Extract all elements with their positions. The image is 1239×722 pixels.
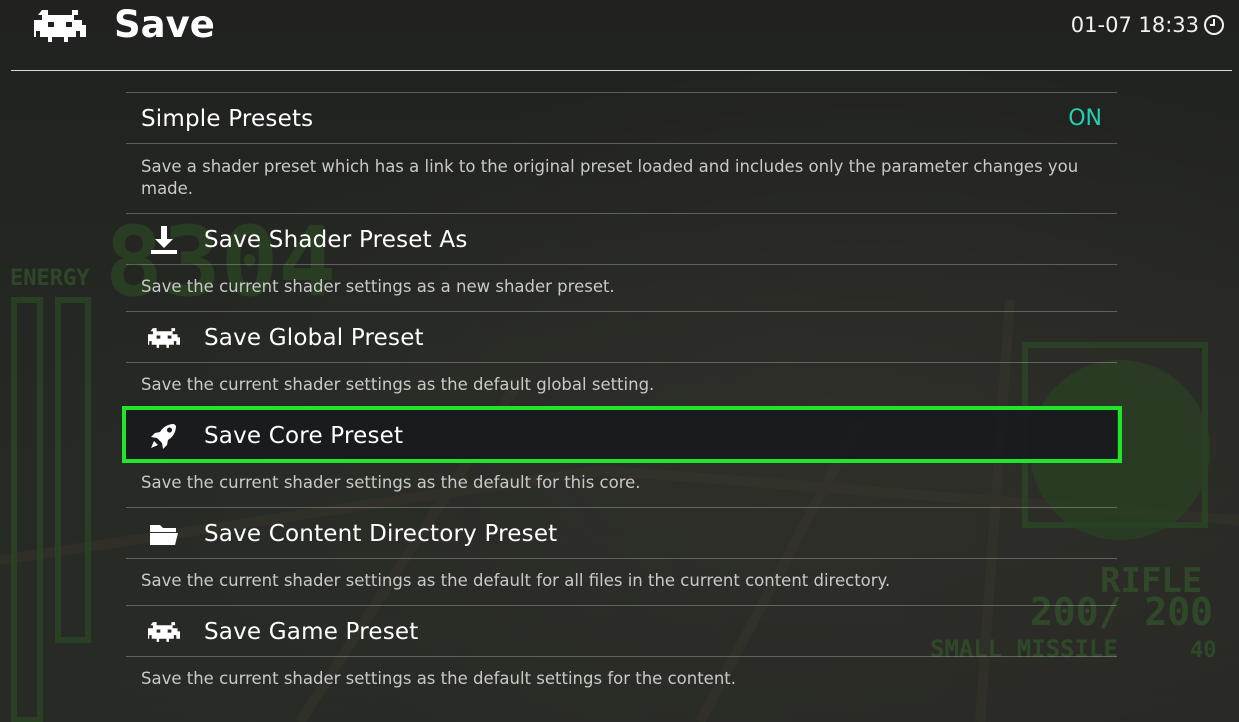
menu-item-label: Simple Presets — [141, 106, 314, 132]
clock-text: 01-07 18:33 — [1070, 13, 1199, 37]
menu-item-label: Save Core Preset — [204, 423, 404, 449]
menu-entry-simple-presets: Simple Presets ON Save a shader preset w… — [126, 92, 1117, 213]
shader-save-menu: Simple Presets ON Save a shader preset w… — [122, 92, 1122, 703]
menu-entry-save-game-preset: Save Game Preset Save the current shader… — [126, 605, 1117, 703]
retroarch-invader-icon — [148, 328, 180, 348]
menu-item-description: Save the current shader settings as the … — [141, 473, 641, 492]
rocket-icon — [151, 424, 176, 449]
menu-item-label: Save Global Preset — [204, 325, 424, 351]
menu-item-label: Save Shader Preset As — [204, 227, 468, 253]
toggle-value: ON — [1068, 106, 1102, 131]
header: Save 01-07 18:33 — [0, 0, 1239, 71]
menu-item-description: Save the current shader settings as a ne… — [141, 277, 615, 296]
menu-entry-save-global-preset: Save Global Preset Save the current shad… — [126, 311, 1117, 409]
retroarch-invader-icon — [148, 622, 180, 642]
retroarch-invader-icon — [34, 10, 86, 42]
menu-item-description: Save the current shader settings as the … — [141, 669, 736, 688]
menu-entry-save-core-preset: Save Core Preset Save the current shader… — [122, 406, 1122, 507]
download-icon — [151, 226, 177, 254]
folder-icon — [150, 525, 178, 545]
save-content-directory-preset-button[interactable]: Save Content Directory Preset — [126, 508, 1117, 559]
save-core-preset-button[interactable]: Save Core Preset — [122, 406, 1122, 463]
menu-item-description: Save a shader preset which has a link to… — [141, 157, 1079, 198]
menu-item-label: Save Content Directory Preset — [204, 521, 558, 547]
menu-item-description: Save the current shader settings as the … — [141, 375, 655, 394]
menu-item-description: Save the current shader settings as the … — [141, 571, 891, 590]
save-global-preset-button[interactable]: Save Global Preset — [126, 312, 1117, 363]
simple-presets-toggle[interactable]: Simple Presets ON — [126, 93, 1117, 144]
header-divider — [11, 70, 1232, 71]
save-shader-preset-as-button[interactable]: Save Shader Preset As — [126, 214, 1117, 265]
menu-item-label: Save Game Preset — [204, 619, 419, 645]
save-game-preset-button[interactable]: Save Game Preset — [126, 606, 1117, 657]
menu-entry-save-shader-preset-as: Save Shader Preset As Save the current s… — [126, 213, 1117, 311]
page-title: Save — [114, 3, 215, 46]
clock-icon — [1204, 15, 1224, 35]
menu-entry-save-content-directory-preset: Save Content Directory Preset Save the c… — [126, 507, 1117, 605]
